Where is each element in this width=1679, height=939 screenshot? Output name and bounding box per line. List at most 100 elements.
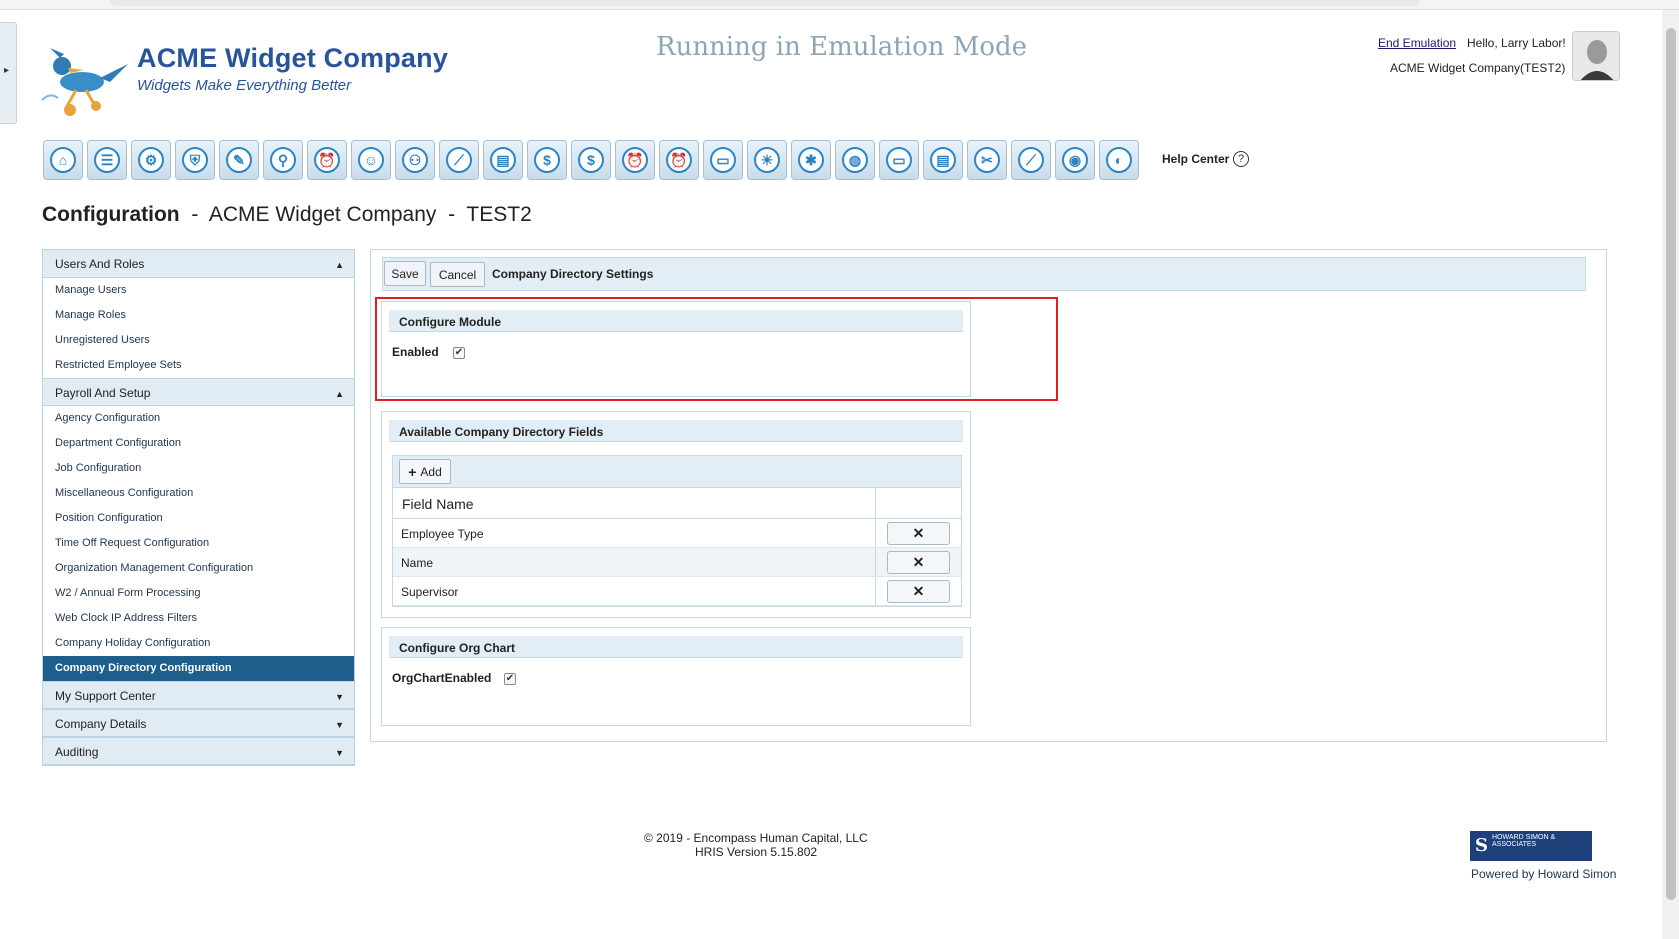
money-chart-icon: $ [534, 147, 560, 173]
toolbar-button-13[interactable]: $ [571, 140, 611, 180]
toolbar-button-9[interactable]: ⚇ [395, 140, 435, 180]
scrollbar-thumb[interactable] [1666, 28, 1676, 900]
menu-item[interactable]: Position Configuration [43, 506, 354, 531]
trend-chart-icon: ⟋ [1018, 147, 1044, 173]
toolbar-button-18[interactable]: ✱ [791, 140, 831, 180]
menu-item[interactable]: Manage Roles [43, 303, 354, 328]
toolbar-button-6[interactable]: ⚲ [263, 140, 303, 180]
wrench-pencil-icon: ✂ [974, 147, 1000, 173]
menu-item[interactable]: Company Holiday Configuration [43, 631, 354, 656]
toolbar-button-5[interactable]: ✎ [219, 140, 259, 180]
pen-paper-icon: ✎ [226, 147, 252, 173]
brand-tagline: Widgets Make Everything Better [137, 77, 352, 94]
field-name-cell: Employee Type [393, 519, 876, 547]
collapse-caret-icon: ▲ [335, 389, 344, 399]
cancel-button[interactable]: Cancel [430, 262, 485, 287]
expand-arrow-icon: ▸ [4, 65, 10, 76]
toolbar-button-14[interactable]: ⏰ [615, 140, 655, 180]
expand-caret-icon: ▼ [335, 692, 344, 702]
add-label: Add [420, 464, 442, 479]
magnifier-person-icon: ⚲ [270, 147, 296, 173]
menu-item[interactable]: Unregistered Users [43, 328, 354, 353]
settings-title: Company Directory Settings [492, 267, 654, 281]
copyright-text: © 2019 - Encompass Human Capital, LLC [644, 831, 868, 845]
title-separator: - [442, 203, 461, 226]
table-row: Supervisor ✕ [393, 577, 961, 606]
action-cell: ✕ [876, 548, 961, 576]
grid-header-row: Field Name [393, 488, 961, 519]
toolbar-button-20[interactable]: ▭ [879, 140, 919, 180]
field-name-cell: Name [393, 548, 876, 576]
side-panel-toggle[interactable]: ▸ [0, 22, 17, 124]
menu-item[interactable]: Agency Configuration [43, 406, 354, 431]
page-title-env: TEST2 [466, 203, 532, 226]
toolbar-button-21[interactable]: ▤ [923, 140, 963, 180]
delete-field-button[interactable]: ✕ [887, 521, 950, 545]
add-field-button[interactable]: + Add [399, 459, 451, 484]
highlight-box [375, 297, 1058, 401]
home-icon: ⌂ [50, 147, 76, 173]
table-row: Name ✕ [393, 548, 961, 577]
field-name-cell: Supervisor [393, 577, 876, 605]
toolbar-button-7[interactable]: ⏰ [307, 140, 347, 180]
save-button[interactable]: Save [384, 261, 426, 286]
menu-item[interactable]: Time Off Request Configuration [43, 531, 354, 556]
toolbar-button-11[interactable]: ▤ [483, 140, 523, 180]
menu-section-payroll-setup[interactable]: Payroll And Setup ▲ [43, 378, 354, 406]
toolbar-button-2[interactable]: ☰ [87, 140, 127, 180]
brand-title: ACME Widget Company [137, 43, 449, 73]
table-row: Employee Type ✕ [393, 519, 961, 548]
folder-icon: ▭ [886, 147, 912, 173]
menu-section-company-details[interactable]: Company Details ▼ [43, 709, 354, 737]
menu-section-label: My Support Center [55, 689, 156, 703]
line-chart-icon: ⟋ [446, 147, 472, 173]
fingerprint-icon: ◉ [1062, 147, 1088, 173]
menu-item[interactable]: Web Clock IP Address Filters [43, 606, 354, 631]
toolbar-button-22[interactable]: ✂ [967, 140, 1007, 180]
menu-item[interactable]: Department Configuration [43, 431, 354, 456]
toolbar-button-12[interactable]: $ [527, 140, 567, 180]
delete-field-button[interactable]: ✕ [887, 579, 950, 603]
page-title: Configuration - ACME Widget Company - TE… [42, 203, 532, 227]
delete-field-button[interactable]: ✕ [887, 550, 950, 574]
expand-caret-icon: ▼ [335, 720, 344, 730]
toolbar-button-10[interactable]: ⟋ [439, 140, 479, 180]
menu-item[interactable]: Organization Management Configuration [43, 556, 354, 581]
address-bar[interactable] [110, 0, 1420, 6]
toolbar-button-17[interactable]: ☀ [747, 140, 787, 180]
help-center-link[interactable]: Help Center [1162, 152, 1229, 166]
dollar-icon: $ [578, 147, 604, 173]
gear-group-icon: ⚙ [138, 147, 164, 173]
menu-item[interactable]: Miscellaneous Configuration [43, 481, 354, 506]
org-chart-box: Configure Org Chart OrgChartEnabled ✔ [381, 627, 971, 726]
menu-item[interactable]: Company Directory Configuration [43, 656, 354, 681]
toolbar-button-15[interactable]: ⏰ [659, 140, 699, 180]
org-chart-enabled-checkbox[interactable]: ✔ [504, 673, 516, 685]
box-title: Configure Org Chart [389, 636, 963, 658]
action-cell: ✕ [876, 519, 961, 547]
toolbar-button-23[interactable]: ⟋ [1011, 140, 1051, 180]
toolbar-button-25[interactable]: ◐ [1099, 140, 1139, 180]
help-question-icon[interactable]: ? [1233, 151, 1249, 167]
column-header-field-name[interactable]: Field Name [393, 488, 876, 518]
roadrunner-logo-icon [41, 48, 128, 116]
toolbar-button-19[interactable]: ◍ [835, 140, 875, 180]
toolbar-button-4[interactable]: ⛨ [175, 140, 215, 180]
menu-section-users-roles[interactable]: Users And Roles ▲ [43, 250, 354, 278]
title-separator: - [185, 203, 205, 226]
globe-search-icon: ◍ [842, 147, 868, 173]
toolbar-button-8[interactable]: ☺ [351, 140, 391, 180]
avatar[interactable] [1572, 31, 1620, 81]
toolbar-button-24[interactable]: ◉ [1055, 140, 1095, 180]
menu-item[interactable]: W2 / Annual Form Processing [43, 581, 354, 606]
menu-item[interactable]: Job Configuration [43, 456, 354, 481]
end-emulation-link[interactable]: End Emulation [1378, 36, 1456, 50]
menu-section-support-center[interactable]: My Support Center ▼ [43, 681, 354, 709]
toolbar-button-3[interactable]: ⚙ [131, 140, 171, 180]
menu-section-auditing[interactable]: Auditing ▼ [43, 737, 354, 765]
alarm-clock-icon: ⏰ [314, 147, 340, 173]
toolbar-button-1[interactable]: ⌂ [43, 140, 83, 180]
toolbar-button-16[interactable]: ▭ [703, 140, 743, 180]
menu-item[interactable]: Restricted Employee Sets [43, 353, 354, 378]
menu-item[interactable]: Manage Users [43, 278, 354, 303]
